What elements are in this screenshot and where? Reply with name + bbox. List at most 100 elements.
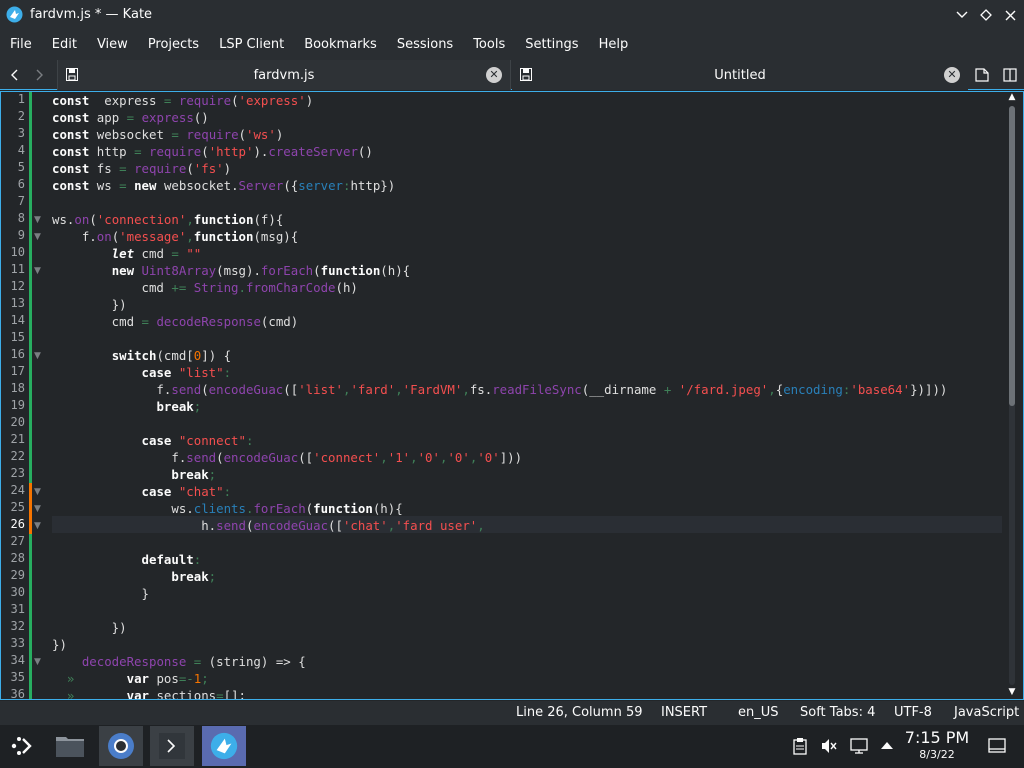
- code-line[interactable]: f.send(encodeGuac(['connect','1','0','0'…: [52, 449, 522, 466]
- code-token: createServer: [268, 144, 358, 159]
- fold-marker-icon[interactable]: ▼: [34, 350, 46, 362]
- menu-settings[interactable]: Settings: [525, 30, 578, 60]
- code-line[interactable]: cmd += String.fromCharCode(h): [52, 279, 358, 296]
- code-line[interactable]: const ws = new websocket.Server({server:…: [52, 177, 395, 194]
- code-token: ([: [298, 450, 314, 465]
- code-line[interactable]: const express = require('express'): [52, 92, 313, 109]
- fold-marker-icon[interactable]: ▼: [34, 231, 46, 243]
- code-token: (h){: [372, 501, 403, 516]
- forward-button[interactable]: [28, 60, 52, 90]
- taskbar-chromium[interactable]: [99, 726, 143, 766]
- vertical-scrollbar[interactable]: ▲ ▼: [1003, 92, 1021, 699]
- code-line[interactable]: break;: [52, 568, 216, 585]
- file-encoding[interactable]: UTF-8: [894, 705, 932, 720]
- split-view-icon[interactable]: [1003, 68, 1017, 82]
- taskbar-kate[interactable]: [202, 726, 246, 766]
- menu-tools[interactable]: Tools: [473, 30, 505, 60]
- code-token: let: [111, 246, 135, 261]
- code-line[interactable]: » var pos=-1;: [52, 670, 209, 687]
- code-line[interactable]: case "connect":: [52, 432, 254, 449]
- code-line[interactable]: const http = require('http').createServe…: [52, 143, 373, 160]
- network-icon[interactable]: [850, 737, 868, 755]
- code-line[interactable]: const websocket = require('ws'): [52, 126, 283, 143]
- code-line[interactable]: const fs = require('fs'): [52, 160, 231, 177]
- indentation-setting[interactable]: Soft Tabs: 4: [800, 705, 875, 720]
- code-token: 'fard user': [395, 518, 478, 533]
- tab-untitled[interactable]: Untitled ✕: [512, 60, 968, 90]
- cursor-position[interactable]: Line 26, Column 59: [516, 705, 643, 720]
- code-line[interactable]: cmd = decodeResponse(cmd): [52, 313, 299, 330]
- menu-lsp-client[interactable]: LSP Client: [219, 30, 284, 60]
- taskbar-file-manager[interactable]: [48, 726, 92, 766]
- minimize-button[interactable]: [952, 5, 972, 25]
- code-line[interactable]: » var sections=[];: [52, 687, 246, 699]
- show-desktop-icon[interactable]: [988, 737, 1006, 755]
- code-line[interactable]: break;: [52, 466, 216, 483]
- code-line[interactable]: decodeResponse = (string) => {: [52, 653, 306, 670]
- maximize-button[interactable]: [976, 5, 996, 25]
- line-modification-marker: [29, 585, 32, 602]
- code-token: (: [313, 263, 321, 278]
- taskbar-terminal[interactable]: [150, 726, 194, 766]
- close-tab-icon[interactable]: ✕: [944, 67, 960, 83]
- close-window-button[interactable]: [1000, 5, 1020, 25]
- code-line[interactable]: const app = express(): [52, 109, 209, 126]
- menu-sessions[interactable]: Sessions: [397, 30, 453, 60]
- code-line[interactable]: default:: [52, 551, 202, 568]
- scroll-up-icon[interactable]: ▲: [1005, 92, 1019, 104]
- spellcheck-language[interactable]: en_US: [738, 705, 779, 720]
- menu-help[interactable]: Help: [599, 30, 629, 60]
- tab-fardvm-js[interactable]: fardvm.js ✕: [57, 60, 511, 90]
- code-line[interactable]: case "chat":: [52, 483, 232, 500]
- scroll-down-icon[interactable]: ▼: [1005, 687, 1019, 699]
- code-line[interactable]: new Uint8Array(msg).forEach(function(h){: [52, 262, 410, 279]
- clock-time[interactable]: 7:15 PM: [900, 728, 974, 747]
- clock-date[interactable]: 8/3/22: [900, 748, 974, 761]
- fold-marker-icon[interactable]: ▼: [34, 503, 46, 515]
- close-tab-icon[interactable]: ✕: [486, 67, 502, 83]
- application-launcher-button[interactable]: [0, 726, 44, 766]
- code-line[interactable]: }): [52, 296, 127, 313]
- fold-marker-icon[interactable]: ▼: [34, 214, 46, 226]
- code-line[interactable]: switch(cmd[0]) {: [52, 347, 231, 364]
- clipboard-icon[interactable]: [791, 737, 809, 755]
- code-line[interactable]: ws.on('connection',function(f){: [52, 211, 283, 228]
- fold-marker-icon[interactable]: ▼: [34, 265, 46, 277]
- menu-bookmarks[interactable]: Bookmarks: [304, 30, 377, 60]
- code-token: "": [186, 246, 202, 261]
- back-button[interactable]: [2, 60, 26, 90]
- code-line[interactable]: f.send(encodeGuac(['list','fard','FardVM…: [52, 381, 947, 398]
- code-editor[interactable]: 1 2 3 4 5 6 7 8 ▼ 9 ▼ 10 11 ▼ 12 13 14 15 16 ▼ 17 18 19 20 21 22 2…: [0, 91, 1024, 700]
- input-mode[interactable]: INSERT: [661, 705, 707, 720]
- menu-projects[interactable]: Projects: [148, 30, 199, 60]
- code-token: ): [305, 93, 314, 108]
- line-modification-marker: [29, 517, 32, 534]
- menu-view[interactable]: View: [97, 30, 128, 60]
- code-line[interactable]: ws.clients.forEach(function(h){: [52, 500, 403, 517]
- code-line[interactable]: }): [52, 619, 127, 636]
- volume-muted-icon[interactable]: [820, 737, 838, 755]
- code-line[interactable]: case "list":: [52, 364, 232, 381]
- code-line[interactable]: f.on('message',function(msg){: [52, 228, 298, 245]
- scroll-thumb[interactable]: [1009, 106, 1015, 406]
- code-line[interactable]: }): [52, 636, 67, 653]
- tab-label: fardvm.js: [253, 67, 315, 83]
- menu-file[interactable]: File: [10, 30, 32, 60]
- code-line[interactable]: break;: [52, 398, 201, 415]
- code-line[interactable]: h.send(encodeGuac(['chat','fard user',: [52, 517, 485, 534]
- fold-marker-icon[interactable]: ▼: [34, 486, 46, 498]
- menu-edit[interactable]: Edit: [52, 30, 77, 60]
- expand-tray-icon[interactable]: [878, 737, 896, 755]
- code-line[interactable]: }: [52, 585, 149, 602]
- syntax-mode[interactable]: JavaScript: [954, 705, 1019, 720]
- fold-marker-icon[interactable]: ▼: [34, 520, 46, 532]
- code-area[interactable]: const express = require('express') const …: [52, 92, 1001, 699]
- fold-marker-icon[interactable]: ▼: [34, 656, 46, 668]
- code-line[interactable]: let cmd = "": [52, 245, 202, 262]
- new-document-icon[interactable]: [975, 68, 989, 82]
- line-modification-marker: [29, 687, 32, 699]
